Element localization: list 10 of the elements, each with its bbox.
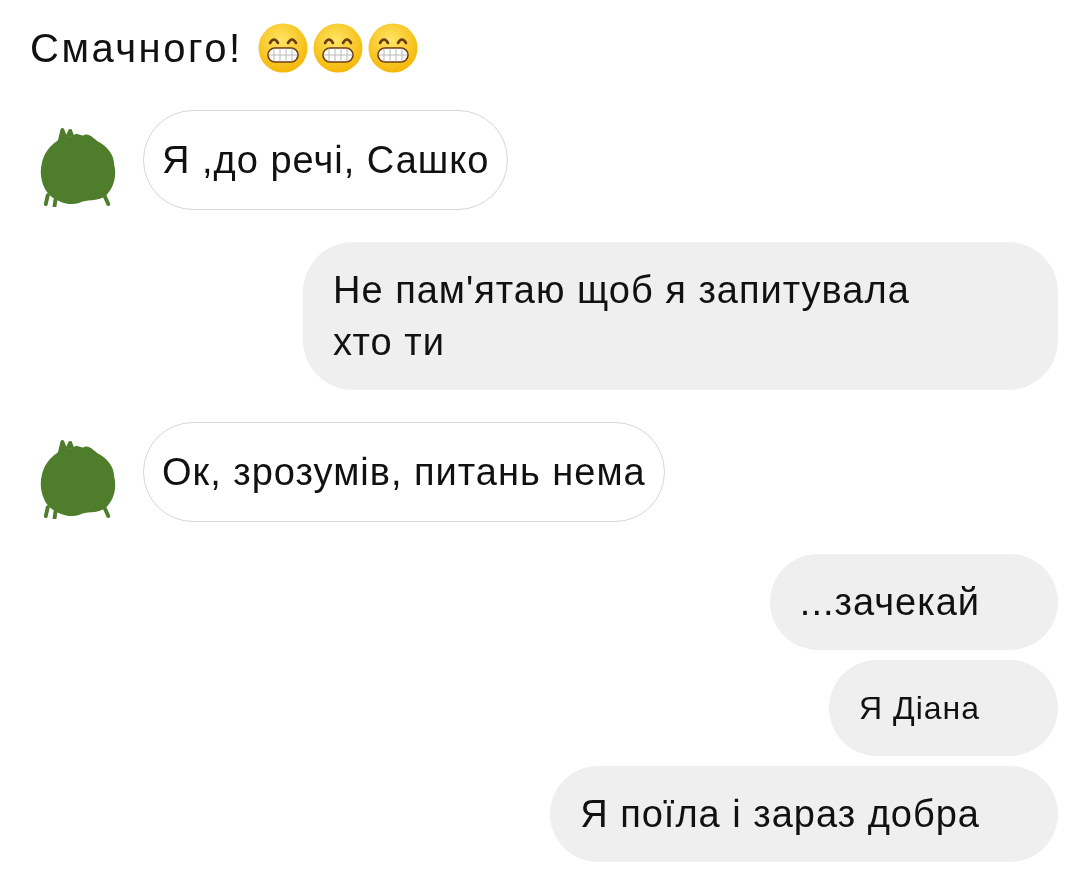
grinning-emoji-icon	[257, 23, 308, 73]
message-bubble: Не пам'ятаю щоб я запитувала хто ти	[303, 242, 1058, 390]
message-bubble: Ок, зрозумів, питань нема	[143, 422, 665, 522]
grinning-emoji-icon	[312, 23, 363, 73]
message-bubble: Я ,до речі, Сашко	[143, 110, 509, 210]
message-bubble: Я Діана	[828, 660, 1058, 756]
message-text: Смачного!	[30, 25, 243, 72]
grinning-emoji-icon	[367, 23, 418, 73]
message-bubble: Я поїла і зараз добра	[550, 766, 1058, 862]
message-bubble: ...зачекай	[769, 554, 1058, 650]
